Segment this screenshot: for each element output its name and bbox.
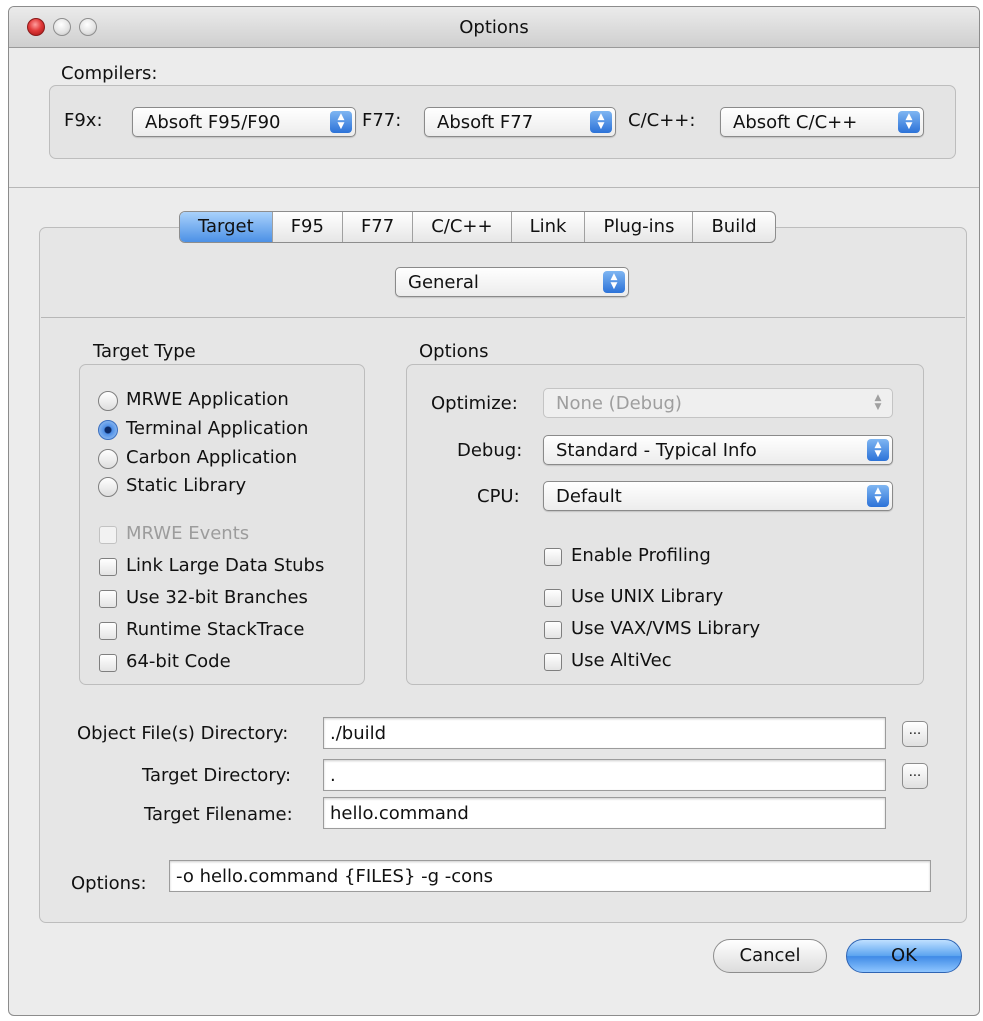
optimize-value: None (Debug) — [556, 393, 682, 414]
section-popup-value: General — [408, 272, 479, 293]
object-dir-label: Object File(s) Directory: — [77, 723, 289, 744]
optimize-popup: None (Debug) ▲ ▼ — [543, 388, 893, 418]
target-dir-browse-button[interactable]: ... — [902, 763, 928, 789]
ok-button[interactable]: OK — [846, 939, 962, 973]
cpu-value: Default — [556, 486, 622, 507]
f77-label: F77: — [362, 110, 402, 131]
options-group: Optimize: None (Debug) ▲ ▼ Debug: Standar… — [406, 364, 924, 685]
radio-static-library-label: Static Library — [126, 475, 247, 496]
compilers-label: Compilers: — [61, 63, 158, 84]
target-type-label: Target Type — [93, 341, 196, 362]
radio-terminal-application-label: Terminal Application — [126, 418, 309, 439]
object-dir-value: ./build — [330, 723, 387, 744]
tab-plug-ins[interactable]: Plug-ins — [585, 212, 694, 242]
popup-arrows-icon: ▲ ▼ — [867, 485, 889, 507]
popup-arrows-icon: ▲ ▼ — [603, 271, 625, 293]
checkbox-use-altivec[interactable] — [544, 653, 562, 671]
checkbox-link-large-data-stubs[interactable] — [99, 558, 117, 576]
cc-compiler-popup[interactable]: Absoft C/C++ ▲ ▼ — [720, 107, 924, 137]
debug-value: Standard - Typical Info — [556, 440, 757, 461]
target-dir-field[interactable]: . — [323, 759, 886, 791]
cpu-label: CPU: — [477, 486, 520, 507]
object-dir-field[interactable]: ./build — [323, 717, 886, 749]
tab-f95[interactable]: F95 — [273, 212, 343, 242]
cc-compiler-value: Absoft C/C++ — [733, 112, 858, 133]
f77-compiler-value: Absoft F77 — [437, 112, 534, 133]
tab-target[interactable]: Target — [180, 212, 273, 242]
optimize-label: Optimize: — [431, 393, 518, 414]
target-filename-label: Target Filename: — [144, 804, 293, 825]
radio-terminal-application[interactable] — [98, 420, 118, 440]
radio-carbon-application[interactable] — [98, 449, 118, 469]
checkbox-use-unix-library[interactable] — [544, 589, 562, 607]
radio-static-library[interactable] — [98, 477, 118, 497]
checkbox-mrwe-events — [99, 526, 117, 544]
command-options-field[interactable]: -o hello.command {FILES} -g -cons — [169, 860, 931, 892]
tab-link[interactable]: Link — [512, 212, 586, 242]
checkbox-use-vax-vms-library-label: Use VAX/VMS Library — [571, 618, 761, 639]
options-window: Options Compilers: F9x: Absoft F95/F90 ▲… — [8, 6, 980, 1016]
radio-mrwe-application[interactable] — [98, 391, 118, 411]
checkbox-runtime-stacktrace-label: Runtime StackTrace — [126, 619, 305, 640]
f77-compiler-popup[interactable]: Absoft F77 ▲ ▼ — [424, 107, 616, 137]
checkbox-use-32-bit-branches[interactable] — [99, 590, 117, 608]
tab-c-cpp[interactable]: C/C++ — [413, 212, 512, 242]
target-type-group: MRWE Application Terminal Application Ca… — [79, 364, 365, 685]
cancel-button[interactable]: Cancel — [713, 939, 827, 973]
panel-divider — [41, 317, 965, 318]
checkbox-64-bit-code-label: 64-bit Code — [126, 651, 231, 672]
tab-f77[interactable]: F77 — [343, 212, 414, 242]
tab-build[interactable]: Build — [693, 212, 774, 242]
target-dir-value: . — [330, 765, 336, 786]
target-dir-label: Target Directory: — [142, 765, 292, 786]
checkbox-mrwe-events-label: MRWE Events — [126, 523, 250, 544]
f9x-compiler-popup[interactable]: Absoft F95/F90 ▲ ▼ — [132, 107, 356, 137]
checkbox-link-large-data-stubs-label: Link Large Data Stubs — [126, 555, 325, 576]
popup-arrows-icon: ▲ ▼ — [330, 111, 352, 133]
cc-label: C/C++: — [628, 110, 696, 131]
tab-bar: Target F95 F77 C/C++ Link Plug-ins Build — [179, 211, 776, 243]
window-title: Options — [459, 17, 529, 38]
section-popup[interactable]: General ▲ ▼ — [395, 267, 629, 297]
radio-mrwe-application-label: MRWE Application — [126, 389, 289, 410]
popup-arrows-icon: ▲ ▼ — [874, 393, 882, 412]
popup-arrows-icon: ▲ ▼ — [898, 111, 920, 133]
checkbox-runtime-stacktrace[interactable] — [99, 622, 117, 640]
popup-arrows-icon: ▲ ▼ — [867, 439, 889, 461]
options-group-label: Options — [419, 341, 489, 362]
checkbox-use-32-bit-branches-label: Use 32-bit Branches — [126, 587, 308, 608]
checkbox-use-vax-vms-library[interactable] — [544, 621, 562, 639]
radio-carbon-application-label: Carbon Application — [126, 447, 298, 468]
checkbox-enable-profiling[interactable] — [544, 548, 562, 566]
command-options-value: -o hello.command {FILES} -g -cons — [176, 866, 493, 887]
cpu-popup[interactable]: Default ▲ ▼ — [543, 481, 893, 511]
object-dir-browse-button[interactable]: ... — [902, 721, 928, 747]
popup-arrows-icon: ▲ ▼ — [590, 111, 612, 133]
debug-label: Debug: — [457, 440, 523, 461]
checkbox-use-altivec-label: Use AltiVec — [571, 650, 672, 671]
f9x-compiler-value: Absoft F95/F90 — [145, 112, 281, 133]
f9x-label: F9x: — [64, 110, 103, 131]
compilers-group: F9x: Absoft F95/F90 ▲ ▼ F77: Absoft F77 ▲… — [49, 85, 956, 159]
header-divider — [9, 187, 979, 188]
debug-popup[interactable]: Standard - Typical Info ▲ ▼ — [543, 435, 893, 465]
title-bar[interactable]: Options — [9, 7, 979, 48]
target-filename-field[interactable]: hello.command — [323, 797, 886, 829]
checkbox-enable-profiling-label: Enable Profiling — [571, 545, 711, 566]
target-filename-value: hello.command — [330, 803, 469, 824]
checkbox-use-unix-library-label: Use UNIX Library — [571, 586, 724, 607]
command-options-label: Options: — [71, 873, 147, 894]
checkbox-64-bit-code[interactable] — [99, 654, 117, 672]
